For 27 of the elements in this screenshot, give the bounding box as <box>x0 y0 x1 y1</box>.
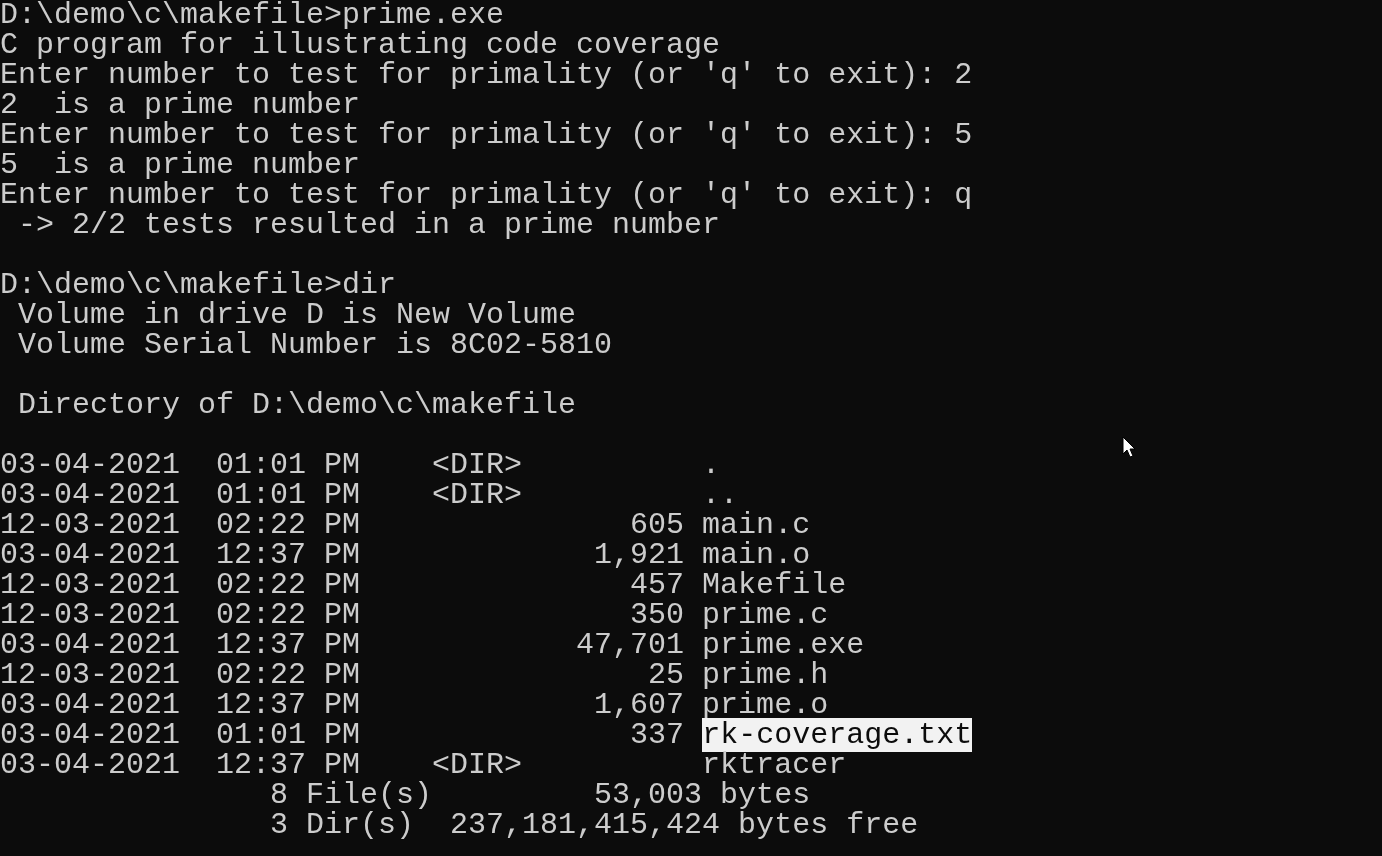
console-line: D:\demo\c\makefile>dir <box>0 270 398 300</box>
console-line: 03-04-2021 12:37 PM <DIR> rktracer <box>0 750 847 780</box>
console-line: 12-03-2021 02:22 PM 605 main.c <box>0 510 812 540</box>
console-line: 3 Dir(s) 237,181,415,424 bytes free <box>269 810 920 840</box>
console-line: Enter number to test for primality (or 'q' to exit): 2 <box>0 60 974 90</box>
console-line: D:\demo\c\makefile>prime.exe <box>0 0 505 30</box>
console-line: 03-04-2021 12:37 PM 1,607 prime.o <box>0 690 829 720</box>
console-line: C program for illustrating code coverage <box>0 30 721 60</box>
mouse-pointer-icon <box>1122 436 1138 460</box>
console-line: -> 2/2 tests resulted in a prime number <box>17 210 721 240</box>
console-line: Volume Serial Number is 8C02-5810 <box>17 330 614 360</box>
console-line: 12-03-2021 02:22 PM 25 prime.h <box>0 660 829 690</box>
console-line: 03-04-2021 01:01 PM <DIR> . <box>0 450 722 480</box>
console-line: Volume in drive D is New Volume <box>17 300 578 330</box>
console-line: 03-04-2021 12:37 PM 47,701 prime.exe <box>0 630 866 660</box>
console-line: Directory of D:\demo\c\makefile <box>17 390 578 420</box>
console-line: 5 is a prime number <box>0 150 362 180</box>
console-line: 8 File(s) 53,003 bytes <box>269 780 811 810</box>
console-line: 12-03-2021 02:22 PM 457 Makefile <box>0 570 848 600</box>
console-line: 2 is a prime number <box>0 90 362 120</box>
console-line: Enter number to test for primality (or 'q' to exit): 5 <box>0 120 974 150</box>
console-line: Enter number to test for primality (or 'q' to exit): q <box>0 180 974 210</box>
selected-text: rk-coverage.txt <box>702 718 973 752</box>
console-line: 03-04-2021 01:01 PM 337 <box>0 718 686 752</box>
console-line: 03-04-2021 12:37 PM 1,921 main.o <box>0 540 811 570</box>
console-line: 03-04-2021 01:01 PM <DIR> .. <box>0 480 739 510</box>
console-line: 12-03-2021 02:22 PM 350 prime.c <box>0 600 829 630</box>
